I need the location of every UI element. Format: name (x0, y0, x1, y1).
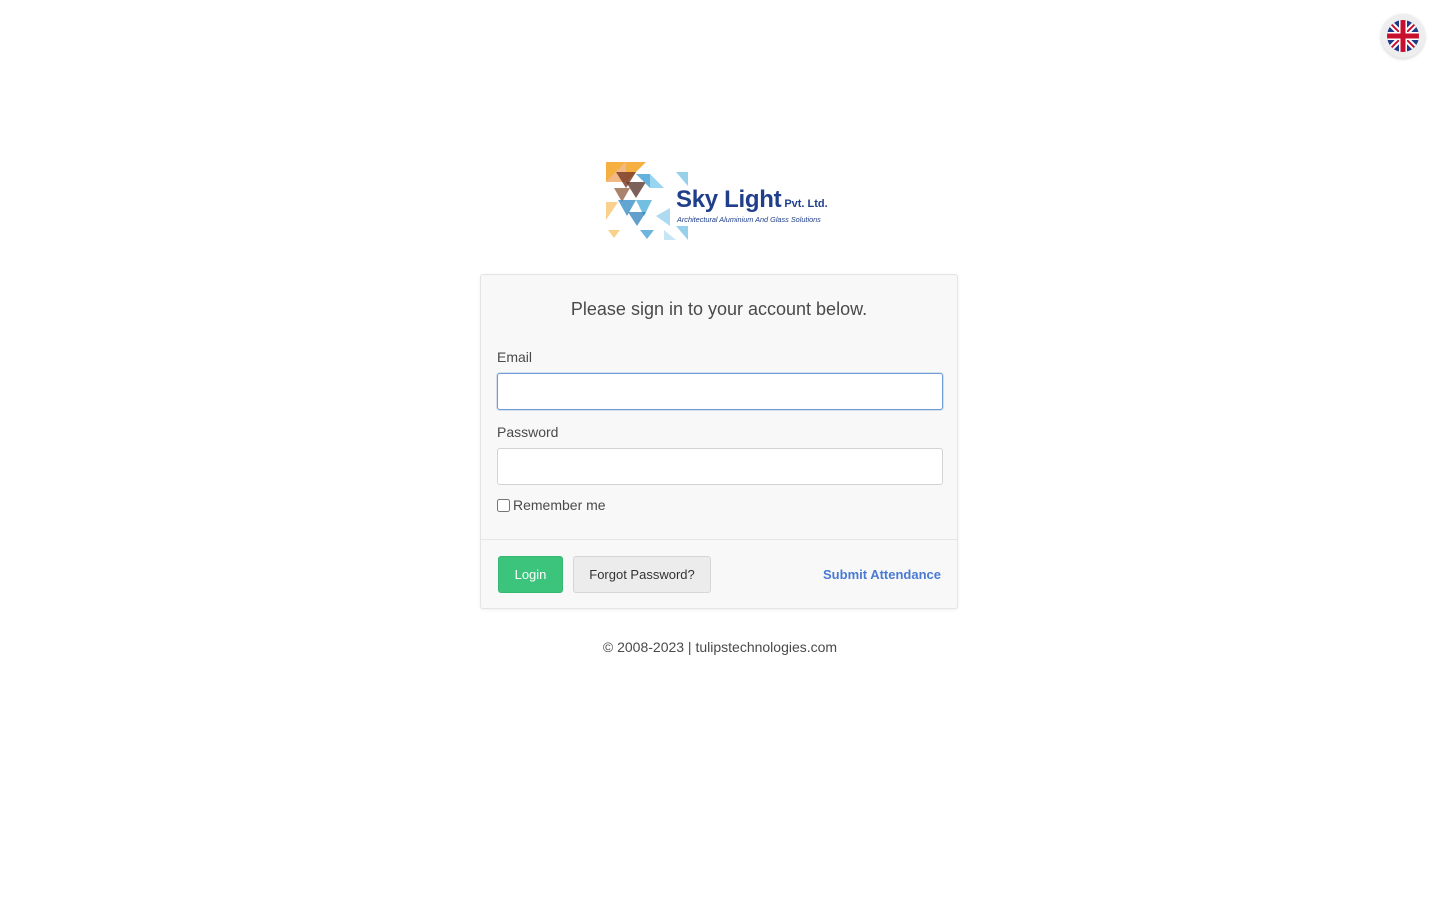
language-switcher[interactable] (1381, 14, 1425, 58)
uk-flag-icon (1387, 20, 1419, 52)
remember-me: Remember me (497, 497, 606, 513)
card-divider (481, 539, 957, 540)
forgot-password-button[interactable]: Forgot Password? (573, 556, 711, 593)
password-label: Password (497, 424, 559, 440)
footer-copyright: © 2008-2023 | tulipstechnologies.com (602, 639, 838, 655)
logo-name: Sky Light (676, 186, 782, 213)
logo-tagline: Architectural Aluminium And Glass Soluti… (677, 215, 821, 224)
remember-me-label: Remember me (513, 497, 606, 513)
password-field[interactable] (497, 448, 943, 485)
email-field[interactable] (497, 373, 943, 410)
email-label: Email (497, 349, 533, 365)
login-heading: Please sign in to your account below. (570, 299, 868, 319)
login-button[interactable]: Login (498, 556, 563, 593)
submit-attendance-link[interactable]: Submit Attendance (823, 567, 941, 582)
logo-text: Sky Light Pvt. Ltd. (676, 186, 828, 214)
login-card: Please sign in to your account below. Em… (480, 274, 958, 609)
remember-me-checkbox[interactable] (497, 498, 510, 512)
company-logo: Sky Light Pvt. Ltd. Architectural Alumini… (606, 160, 846, 242)
logo-suffix: Pvt. Ltd. (784, 198, 828, 210)
